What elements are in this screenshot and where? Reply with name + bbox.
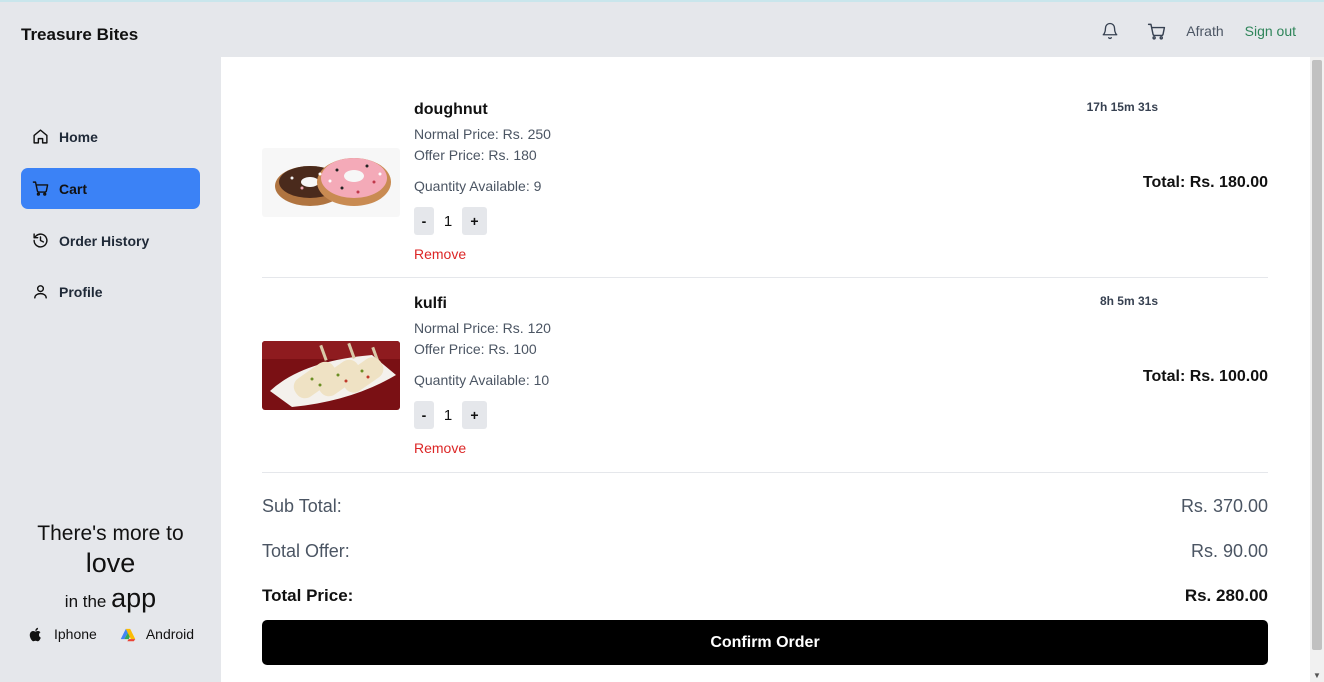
iphone-link[interactable]: Iphone (27, 625, 97, 643)
apple-icon (27, 625, 45, 643)
sidebar-item-label: Order History (59, 232, 150, 249)
total-price-value: Rs. 280.00 (1184, 586, 1268, 605)
confirm-order-button[interactable]: Confirm Order (262, 620, 1268, 665)
sidebar-item-label: Cart (59, 180, 88, 197)
scroll-down-arrow-icon[interactable]: ▼ (1313, 671, 1321, 680)
sidebar-item-profile[interactable]: Profile (21, 271, 200, 312)
sidebar-item-label: Home (59, 128, 98, 145)
promo-line-3-big: app (111, 583, 157, 613)
home-icon (31, 128, 49, 146)
sub-total-label: Sub Total: (262, 496, 342, 516)
header-actions: Afrath Sign out (1100, 18, 1296, 44)
increase-quantity-button[interactable]: + (462, 401, 487, 429)
doughnut-image (262, 148, 400, 217)
decrease-quantity-button[interactable]: - (414, 401, 434, 429)
android-link[interactable]: Android (119, 625, 194, 643)
promo-line-2: love (85, 548, 136, 578)
quantity-available: Quantity Available: 9 (414, 178, 542, 194)
quantity-stepper: - 1 + (414, 401, 487, 429)
normal-price: Normal Price: Rs. 250 (414, 126, 551, 142)
sidebar-item-home[interactable]: Home (21, 116, 200, 157)
cart-item: doughnut Normal Price: Rs. 250 Offer Pri… (262, 84, 1268, 278)
android-icon (119, 625, 137, 643)
total-offer-row: Total Offer: Rs. 90.00 (262, 541, 1268, 562)
cart-item: kulfi Normal Price: Rs. 120 Offer Price:… (262, 279, 1268, 473)
quantity-available: Quantity Available: 10 (414, 372, 550, 388)
sub-total-row: Sub Total: Rs. 370.00 (262, 496, 1268, 517)
item-total: Total: Rs. 100.00 (1142, 368, 1268, 385)
total-offer-label: Total Offer: (262, 541, 350, 561)
total-offer-value: Rs. 90.00 (1190, 541, 1268, 561)
kulfi-image (262, 341, 400, 410)
item-total: Total: Rs. 180.00 (1142, 174, 1268, 191)
cart-icon[interactable] (1146, 21, 1166, 41)
brand-logo[interactable]: Treasure Bites (21, 25, 138, 45)
cart-panel: doughnut Normal Price: Rs. 250 Offer Pri… (221, 57, 1310, 682)
sign-out-link[interactable]: Sign out (1245, 23, 1296, 39)
sidebar-item-order-history[interactable]: Order History (21, 220, 200, 261)
bell-icon[interactable] (1100, 21, 1120, 41)
item-name: doughnut (414, 101, 488, 118)
sidebar-item-cart[interactable]: Cart (21, 168, 200, 209)
sidebar: Home Cart Order History Profile There's … (0, 57, 221, 682)
normal-price: Normal Price: Rs. 120 (414, 320, 551, 336)
sidebar-item-label: Profile (59, 283, 103, 300)
quantity-stepper: - 1 + (414, 207, 487, 235)
offer-price: Offer Price: Rs. 100 (414, 341, 537, 357)
quantity-value: 1 (443, 406, 453, 424)
remove-item-link[interactable]: Remove (414, 246, 466, 262)
item-name: kulfi (414, 295, 447, 312)
top-border (0, 0, 1324, 2)
offer-timer: 17h 15m 31s (1086, 100, 1158, 114)
remove-item-link[interactable]: Remove (414, 440, 466, 456)
sub-total-value: Rs. 370.00 (1180, 496, 1268, 516)
cart-icon (31, 180, 49, 198)
offer-timer: 8h 5m 31s (1099, 294, 1158, 308)
scrollbar[interactable]: ▼ (1310, 57, 1324, 682)
quantity-value: 1 (443, 212, 453, 230)
total-price-row: Total Price: Rs. 280.00 (262, 586, 1268, 606)
iphone-label: Iphone (54, 626, 97, 642)
store-links: Iphone Android (27, 625, 194, 643)
promo-line-1: There's more to (37, 522, 184, 545)
user-name[interactable]: Afrath (1186, 23, 1223, 39)
history-icon (31, 232, 49, 250)
total-price-label: Total Price: (262, 586, 354, 605)
android-label: Android (145, 626, 195, 642)
promo-line-3: in the app (0, 583, 221, 614)
user-icon (31, 283, 49, 301)
increase-quantity-button[interactable]: + (462, 207, 487, 235)
offer-price: Offer Price: Rs. 180 (414, 147, 537, 163)
promo-line-3-prefix: in the (64, 592, 107, 611)
decrease-quantity-button[interactable]: - (414, 207, 434, 235)
scrollbar-thumb[interactable] (1312, 60, 1322, 650)
